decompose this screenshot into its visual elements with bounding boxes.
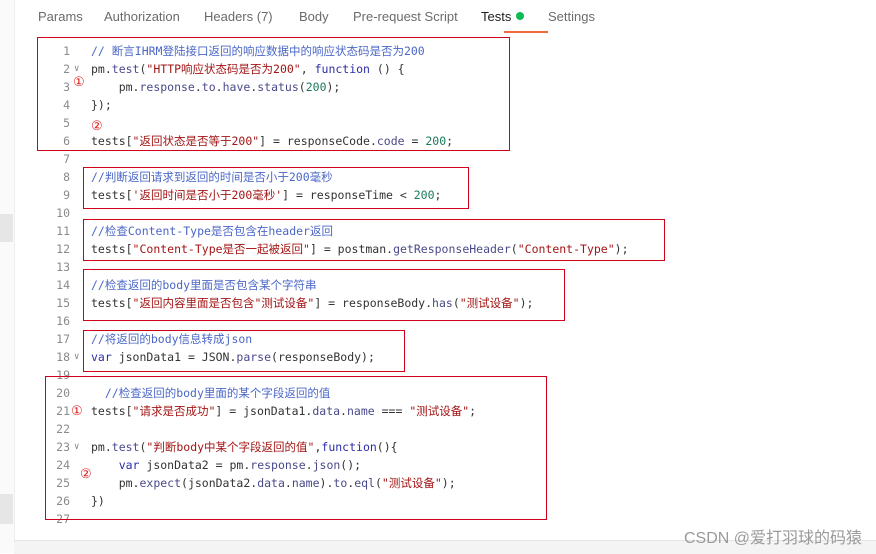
line-number: 9 xyxy=(63,188,70,202)
annotation-number: ① xyxy=(73,74,85,89)
status-dot-icon xyxy=(516,12,525,20)
annotation-box xyxy=(83,219,665,261)
annotation-number: ② xyxy=(91,118,103,133)
line-number: 12 xyxy=(56,242,70,256)
sidebar-highlight xyxy=(0,494,13,524)
line-number: 16 xyxy=(56,314,70,328)
annotation-number: ② xyxy=(80,466,92,481)
line-number: 10 xyxy=(56,206,70,220)
annotation-box xyxy=(83,269,565,321)
watermark: CSDN @爱打羽球的码猿 xyxy=(683,530,862,547)
active-tab-indicator xyxy=(504,31,548,33)
tab-body[interactable]: Body xyxy=(299,9,329,24)
annotation-box xyxy=(83,330,405,372)
line-number: 8 xyxy=(63,170,70,184)
tab-settings[interactable]: Settings xyxy=(548,9,595,24)
line-number: 13 xyxy=(56,260,70,274)
request-tabs: Params Authorization Headers (7) Body Pr… xyxy=(24,0,876,34)
tab-headers[interactable]: Headers (7) xyxy=(204,9,273,24)
line-number: 11 xyxy=(56,224,70,238)
tab-authorization[interactable]: Authorization xyxy=(104,9,180,24)
line-number: 14 xyxy=(56,278,70,292)
tab-tests[interactable]: Tests xyxy=(481,9,525,24)
fold-chevron-icon[interactable]: ∨ xyxy=(74,348,79,366)
sidebar-highlight xyxy=(0,214,13,242)
annotation-box xyxy=(45,376,547,520)
tab-params[interactable]: Params xyxy=(38,9,83,24)
annotation-number: ① xyxy=(71,403,83,418)
line-number: 15 xyxy=(56,296,70,310)
line-number: 18 xyxy=(56,350,70,364)
annotation-box xyxy=(37,37,510,151)
line-number: 17 xyxy=(56,332,70,346)
tab-tests-label: Tests xyxy=(481,9,512,24)
line-number: 7 xyxy=(63,152,70,166)
left-panel-edge xyxy=(0,0,15,553)
annotation-box xyxy=(83,167,469,209)
tab-pre-request-script[interactable]: Pre-request Script xyxy=(353,9,458,24)
code-line: 7 xyxy=(24,150,876,168)
